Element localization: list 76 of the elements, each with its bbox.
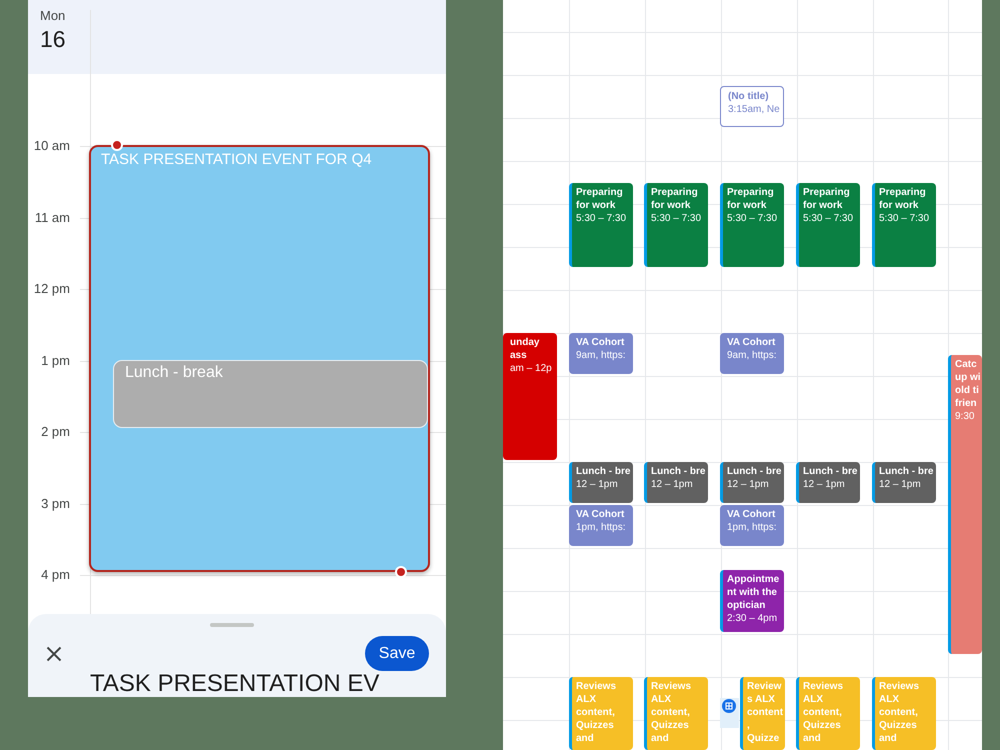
event-time: 5:30 – 7:30	[879, 212, 930, 224]
event-title: Lunch - bre	[727, 465, 782, 478]
hour-label: 3 pm	[40, 496, 70, 512]
event-title: VA Cohort	[727, 508, 776, 521]
event-title: Reviews ALX content, Quizzes and	[879, 680, 920, 745]
calendar-event[interactable]: Preparing for work 5:30 – 7:30	[720, 182, 784, 266]
resize-handle-icon[interactable]	[111, 139, 123, 151]
hour-label: 11 am	[34, 210, 70, 226]
calendar-event[interactable]: Preparing for work 5:30 – 7:30	[644, 182, 708, 266]
event-time: 12 – 1pm	[576, 478, 619, 491]
event-title: Preparing for work	[576, 186, 624, 212]
event-title: TASK PRESENTATION EVENT FOR Q4	[101, 151, 373, 169]
calendar-event[interactable]: VA Cohort 1pm, https:	[569, 505, 633, 546]
event-title: Preparing for work	[803, 186, 851, 212]
event-title: Lunch - bre	[651, 465, 706, 478]
event-title: Preparing for work	[727, 186, 775, 212]
calendar-event[interactable]: Catc up wi old ti frien 9:30	[948, 354, 982, 654]
calendar-event[interactable]: VA Cohort 9am, https:	[720, 333, 784, 374]
drag-handle-icon[interactable]	[210, 623, 254, 627]
event-title: Reviews ALX content, Quizzes and	[803, 680, 844, 745]
event-time: 5:30 – 7:30	[576, 212, 628, 224]
event-time: 3:15am, Ne	[728, 102, 781, 116]
event-title: VA Cohort	[576, 336, 626, 349]
event-time: 9:30	[955, 410, 976, 422]
hour-label: 4 pm	[40, 567, 70, 583]
event-title: Lunch - break	[125, 363, 224, 383]
event-title: Lunch - bre	[803, 465, 858, 478]
grid-icon[interactable]	[722, 699, 736, 713]
event-time: 1pm, https:	[576, 521, 626, 534]
event-time: 9am, https:	[727, 349, 778, 362]
event-time: 12 – 1pm	[803, 478, 846, 491]
resize-handle-icon[interactable]	[395, 566, 407, 578]
calendar-event[interactable]: (No title) 3:15am, Ne	[720, 86, 784, 127]
close-icon[interactable]	[46, 646, 62, 662]
event-title: Appointme nt with the optician	[727, 572, 780, 612]
event-title: Review s ALX content , Quizze	[747, 680, 784, 745]
calendar-event[interactable]: Lunch - bre 12 – 1pm	[644, 462, 708, 503]
calendar-event[interactable]: Lunch - bre 12 – 1pm	[872, 462, 936, 503]
save-button[interactable]: Save	[365, 636, 429, 671]
event-title: Preparing for work	[651, 186, 699, 212]
weekday-label: Mon	[40, 8, 66, 24]
event-time: 12 – 1pm	[879, 478, 922, 491]
event-time: 5:30 – 7:30	[803, 212, 854, 224]
calendar-event[interactable]: VA Cohort 1pm, https:	[720, 505, 784, 546]
event-title: Reviews ALX content, Quizzes and	[651, 680, 692, 745]
event-title: Catc up wi old ti frien	[955, 358, 982, 410]
event-title: Lunch - bre	[576, 465, 632, 478]
calendar-event[interactable]: Preparing for work 5:30 – 7:30	[872, 182, 936, 266]
hour-label: 2 pm	[40, 424, 70, 440]
calendar-event[interactable]: Preparing for work 5:30 – 7:30	[569, 182, 633, 266]
event-title: Lunch - bre	[879, 465, 934, 478]
hour-label: 10 am	[32, 138, 70, 154]
calendar-event[interactable]: Appointme nt with the optician 2:30 – 4pm	[720, 570, 784, 632]
calendar-event[interactable]: VA Cohort 9am, https:	[569, 333, 633, 374]
calendar-event[interactable]: Lunch - bre 12 – 1pm	[569, 462, 633, 503]
event-time: 5:30 – 7:30	[651, 212, 702, 224]
event-time: 12 – 1pm	[727, 478, 770, 491]
event-title: Preparing for work	[879, 186, 927, 212]
event-title: (No title)	[728, 90, 770, 103]
calendar-event[interactable]: Preparing for work 5:30 – 7:30	[796, 182, 860, 266]
calendar-event[interactable]: unday ass am – 12p	[503, 333, 557, 460]
event-title: VA Cohort	[727, 336, 776, 349]
title-field[interactable]: TASK PRESENTATION EV	[90, 672, 380, 696]
event-title: VA Cohort	[576, 508, 626, 521]
event-time: 9am, https:	[576, 349, 626, 362]
event-time: 2:30 – 4pm	[727, 612, 778, 624]
hour-label: 1 pm	[40, 352, 70, 368]
event-time: 5:30 – 7:30	[727, 212, 778, 224]
hour-label: 12 pm	[32, 281, 70, 297]
calendar-event[interactable]: Lunch - bre 12 – 1pm	[720, 462, 784, 503]
event-time: 1pm, https:	[727, 521, 778, 534]
event-title: Reviews ALX content, Quizzes and	[576, 680, 618, 745]
event-time: am – 12p	[510, 362, 553, 375]
event-time: 12 – 1pm	[651, 478, 694, 491]
date-label: 16	[40, 26, 66, 52]
calendar-event[interactable]: Lunch - bre 12 – 1pm	[796, 462, 860, 503]
